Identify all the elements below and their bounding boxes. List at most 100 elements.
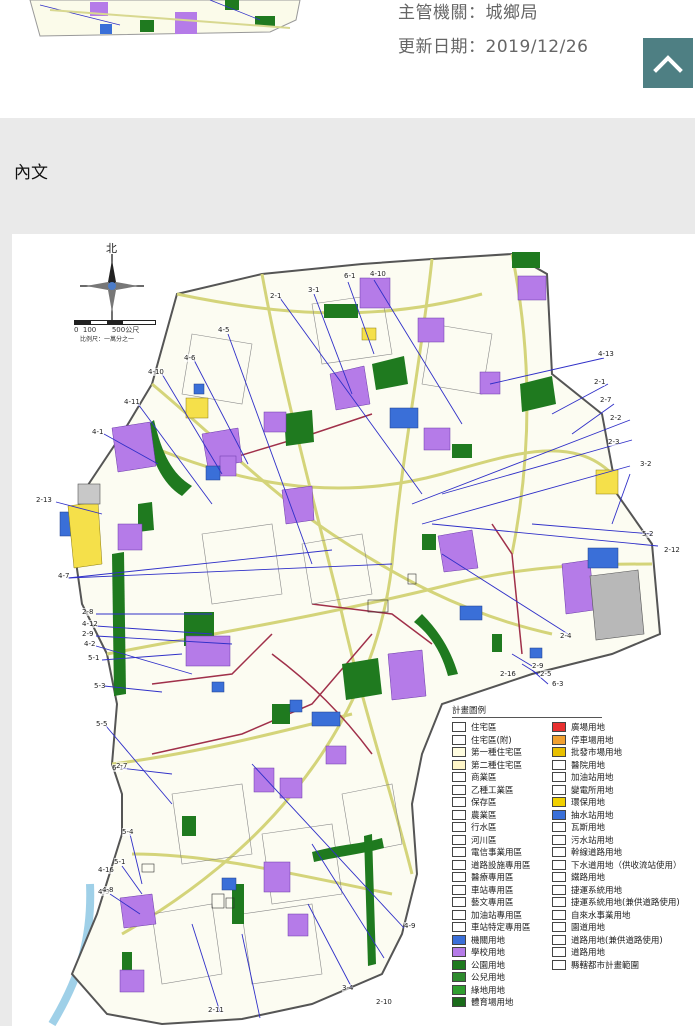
plan-label: 4-9 [404, 922, 416, 930]
legend-label: 醫院用地 [571, 760, 606, 771]
plan-label: 4-10 [370, 270, 386, 278]
legend-swatch [452, 759, 466, 770]
legend-swatch [452, 984, 466, 995]
legend-item: 道路用地 [552, 946, 692, 959]
legend-swatch [552, 922, 566, 933]
legend-swatch [552, 859, 566, 870]
legend-item: 抽水站用地 [552, 809, 692, 822]
legend-label: 道路設施專用區 [471, 860, 531, 871]
legend-swatch [552, 897, 566, 908]
legend-label: 車站專用區 [471, 885, 514, 896]
legend-swatch [452, 722, 466, 733]
legend-item: 園道用地 [552, 921, 692, 934]
legend-item: 車站特定專用區 [452, 921, 552, 934]
legend-item: 住宅區(附) [452, 734, 552, 747]
legend-label: 環保用地 [571, 798, 606, 809]
legend-item: 下水道用地（供收流站使用） [552, 859, 692, 872]
legend-item: 停車場用地 [552, 734, 692, 747]
map-thumbnail[interactable] [0, 0, 320, 38]
legend-label: 農業區 [471, 810, 497, 821]
plan-label: 4-1 [92, 428, 104, 436]
legend-label: 自來水事業用地 [571, 910, 631, 921]
plan-label: 3-1 [308, 286, 320, 294]
legend-swatch [452, 947, 466, 958]
legend-swatch [452, 897, 466, 908]
legend-right-column: 廣場用地 停車場用地 批發市場用地 醫院用地 加油站用地 變電所用地 環保用地 抽水站用地 瓦斯… [552, 721, 692, 1009]
legend-item: 加油站專用區 [452, 909, 552, 922]
legend-swatch [552, 747, 566, 758]
legend-label: 河川區 [471, 835, 497, 846]
legend-item: 批發市場用地 [552, 746, 692, 759]
legend-swatch [552, 759, 566, 770]
plan-label: 6-3 [552, 680, 564, 688]
legend-swatch [452, 922, 466, 933]
legend-item: 加油站用地 [552, 771, 692, 784]
legend-label: 第二種住宅區 [471, 760, 523, 771]
chevron-up-icon [653, 55, 683, 73]
map-thumbnail-image [0, 0, 320, 38]
plan-label: 4-6 [184, 354, 196, 362]
legend-label: 體育場用地 [471, 998, 514, 1009]
legend-swatch [552, 797, 566, 808]
legend-item: 瓦斯用地 [552, 821, 692, 834]
zoning-map[interactable]: 北 0 100 500公尺 比例尺：一萬分之一 6-1 4-10 3-1 2-1 4-5… [12, 234, 695, 1026]
legend-label: 醫療專用區 [471, 873, 514, 884]
plan-label: 5-1 [88, 654, 100, 662]
legend-item: 醫療專用區 [452, 871, 552, 884]
section-title: 內文 [14, 163, 48, 183]
plan-label: 2-7 [600, 396, 612, 404]
plan-label: 4-8 [102, 886, 114, 894]
plan-label: 2-7 [116, 762, 128, 770]
legend-item: 捷運系統用地(兼供道路使用) [552, 896, 692, 909]
legend-swatch [552, 959, 566, 970]
legend-item: 農業區 [452, 809, 552, 822]
legend-swatch [552, 722, 566, 733]
legend-label: 瓦斯用地 [571, 823, 606, 834]
legend-label: 捷運系統用地(兼供道路使用) [571, 898, 680, 909]
legend-label: 商業區 [471, 773, 497, 784]
legend-item: 公兒用地 [452, 971, 552, 984]
legend-swatch [552, 872, 566, 883]
legend-label: 公兒用地 [471, 973, 506, 984]
agency-text: 主管機關：城鄉局 [398, 3, 538, 23]
legend-swatch [452, 959, 466, 970]
compass-icon [80, 254, 144, 320]
legend-label: 停車場用地 [571, 735, 614, 746]
legend-swatch [452, 734, 466, 745]
legend-label: 下水道用地（供收流站使用） [571, 860, 682, 871]
legend-swatch [452, 859, 466, 870]
legend-swatch [552, 784, 566, 795]
legend-item: 藝文專用區 [452, 896, 552, 909]
legend-swatch [452, 847, 466, 858]
legend-label: 道路用地(兼供道路使用) [571, 935, 663, 946]
legend-item: 體育場用地 [452, 996, 552, 1009]
plan-label: 2-1 [270, 292, 282, 300]
legend-label: 住宅區(附) [471, 735, 512, 746]
plan-label: 4-10 [148, 368, 164, 376]
legend-label: 住宅區 [471, 723, 497, 734]
legend-swatch [552, 822, 566, 833]
legend-label: 捷運系統用地 [571, 885, 623, 896]
legend-swatch [552, 847, 566, 858]
scale-note: 比例尺：一萬分之一 [80, 336, 135, 343]
legend-label: 學校用地 [471, 948, 506, 959]
plan-label: 5-4 [122, 828, 134, 836]
plan-label: 2-8 [82, 608, 94, 616]
legend-swatch [452, 784, 466, 795]
legend-item: 學校用地 [452, 946, 552, 959]
plan-label: 5-1 [114, 858, 126, 866]
legend-swatch [552, 909, 566, 920]
map-legend: 計畫圖例 住宅區 住宅區(附) 第一種住宅區 第二種住宅區 商業區 乙種工業區 保存區 農業區… [452, 704, 695, 1009]
legend-swatch [452, 822, 466, 833]
go-top-button[interactable] [643, 38, 693, 88]
legend-swatch [452, 997, 466, 1008]
plan-label: 2-13 [36, 496, 52, 504]
legend-label: 污水站用地 [571, 835, 614, 846]
legend-item: 醫院用地 [552, 759, 692, 772]
plan-label: 4-16 [98, 866, 114, 874]
plan-label: 4-13 [598, 350, 614, 358]
legend-item: 保存區 [452, 796, 552, 809]
legend-label: 縣轄都市計畫範圍 [571, 960, 640, 971]
legend-swatch [552, 884, 566, 895]
legend-item: 環保用地 [552, 796, 692, 809]
